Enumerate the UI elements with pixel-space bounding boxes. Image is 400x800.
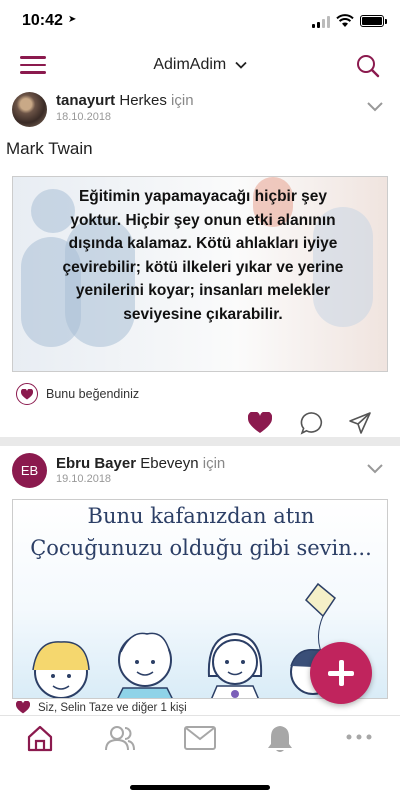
heart-icon <box>16 383 38 405</box>
page-title: AdimAdim <box>153 56 227 73</box>
avatar[interactable]: EB <box>12 453 47 488</box>
people-icon[interactable] <box>104 724 136 752</box>
status-bar: 10:42 ➤ <box>0 0 400 44</box>
like-text: Bunu beğendiniz <box>46 387 140 401</box>
post-caption: Mark Twain <box>6 139 93 158</box>
post-date: 19.10.2018 <box>56 473 112 485</box>
like-text: Siz, Selin Taze ve diğer 1 kişi <box>38 701 187 714</box>
chevron-down-icon <box>235 61 247 69</box>
status-time: 10:42 <box>22 12 63 29</box>
post-author-line: tanayurt Herkes için <box>56 92 194 109</box>
signal-icon <box>312 16 332 28</box>
home-indicator <box>130 785 270 790</box>
bottom-tab-bar <box>0 715 400 763</box>
chevron-down-icon[interactable] <box>366 463 384 474</box>
chevron-down-icon[interactable] <box>366 101 384 112</box>
audience-suffix: için <box>202 455 226 472</box>
mail-icon[interactable] <box>184 726 216 750</box>
audience-name: Ebeveyn <box>140 455 199 472</box>
home-icon[interactable] <box>26 724 54 752</box>
audience-name: Herkes <box>119 92 167 109</box>
author-name[interactable]: tanayurt <box>56 92 115 109</box>
top-nav-bar: AdimAdim <box>0 44 400 86</box>
battery-icon <box>360 15 387 27</box>
post-divider <box>0 437 400 446</box>
like-heart-icon[interactable] <box>248 412 272 434</box>
avatar[interactable] <box>12 92 47 127</box>
like-summary[interactable]: Bunu beğendiniz <box>16 383 139 405</box>
send-icon[interactable] <box>348 411 372 435</box>
wifi-icon <box>336 14 354 27</box>
heart-icon <box>16 701 30 714</box>
audience-suffix: için <box>171 92 194 109</box>
location-arrow-icon: ➤ <box>68 14 77 25</box>
image-text-line: Bunu kafanızdan atın <box>87 504 315 528</box>
post-image[interactable]: Eğitimin yapamayacağı hiçbir şey yoktur.… <box>12 176 388 372</box>
add-post-button[interactable] <box>310 642 372 704</box>
quote-text: Eğitimin yapamayacağı hiçbir şey yoktur.… <box>62 188 344 323</box>
like-summary[interactable]: Siz, Selin Taze ve diğer 1 kişi <box>16 701 187 714</box>
post-date: 18.10.2018 <box>56 111 112 123</box>
post-author-line: Ebru Bayer Ebeveyn için <box>56 455 225 472</box>
post-actions <box>0 410 400 436</box>
search-icon[interactable] <box>356 54 380 78</box>
comment-icon[interactable] <box>300 411 324 435</box>
community-selector[interactable]: AdimAdim <box>0 56 400 74</box>
more-icon[interactable] <box>346 734 372 740</box>
author-name[interactable]: Ebru Bayer <box>56 455 136 472</box>
bell-icon[interactable] <box>266 724 294 754</box>
image-text-line: Çocuğunuzu olduğu gibi sevin... <box>30 536 372 560</box>
